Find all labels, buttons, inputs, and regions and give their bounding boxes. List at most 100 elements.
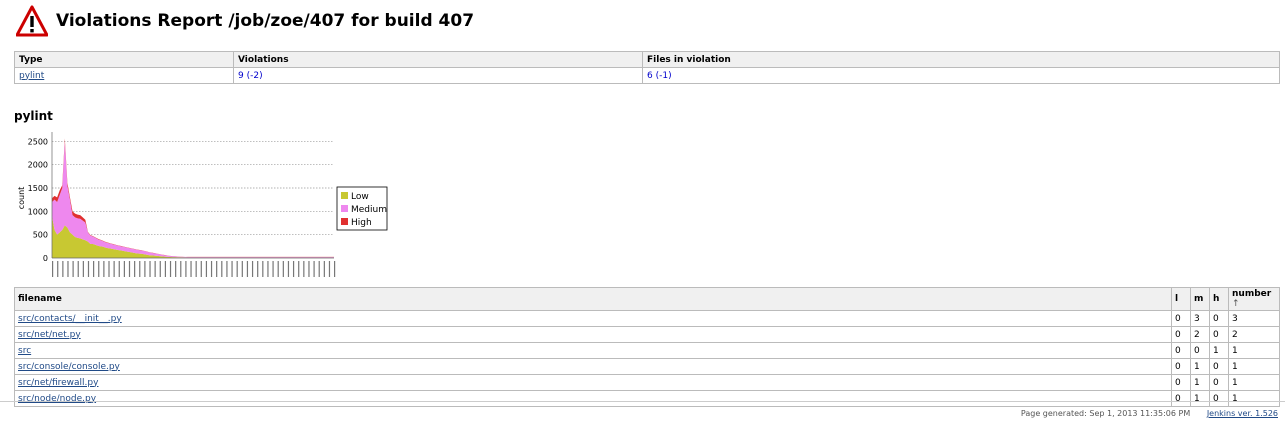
x-tick xyxy=(334,261,336,277)
summary-table: Type Violations Files in violation pylin… xyxy=(14,51,1280,84)
x-tick xyxy=(159,261,161,277)
x-tick xyxy=(190,261,192,277)
x-tick xyxy=(303,261,305,277)
filename-link[interactable]: src/node/node.py xyxy=(18,394,96,404)
cell-m: 1 xyxy=(1190,390,1210,407)
cell-h: 1 xyxy=(1209,342,1229,359)
legend-label-medium: Medium xyxy=(351,205,387,215)
x-tick xyxy=(308,261,310,277)
x-tick xyxy=(128,261,131,277)
files-count-link[interactable]: 6 (-1) xyxy=(647,71,672,81)
pylint-type-link[interactable]: pylint xyxy=(19,71,44,81)
chart-legend: Low Medium High xyxy=(336,186,388,231)
cell-h: 0 xyxy=(1209,390,1229,407)
table-row: src 0 0 1 1 xyxy=(14,342,1280,359)
col-filename-header[interactable]: filename xyxy=(14,287,1172,311)
x-tick xyxy=(287,261,290,277)
sort-ascending-icon: ↑ xyxy=(1232,299,1240,309)
summary-row: pylint 9 (-2) 6 (-1) xyxy=(14,67,1280,84)
x-tick xyxy=(257,261,259,277)
x-tick xyxy=(210,261,213,277)
y-axis-label: count xyxy=(17,187,26,210)
y-tick-label: 1500 xyxy=(28,184,48,193)
legend-swatch-medium xyxy=(341,205,348,212)
legend-label-low: Low xyxy=(351,192,369,202)
page-footer: Page generated: Sep 1, 2013 11:35:06 PM … xyxy=(1021,409,1278,418)
x-tick xyxy=(241,261,243,277)
table-row: src/contacts/__init__.py 0 3 0 3 xyxy=(14,310,1280,327)
cell-number: 1 xyxy=(1228,342,1280,359)
x-tick xyxy=(123,261,125,277)
x-tick xyxy=(82,261,84,277)
files-table: filename l m h number ↑ src/contacts/__i… xyxy=(14,287,1280,407)
x-tick xyxy=(226,261,228,277)
x-tick xyxy=(246,261,249,277)
cell-l: 0 xyxy=(1171,390,1191,407)
x-tick xyxy=(195,261,197,277)
cell-l: 0 xyxy=(1171,374,1191,391)
x-tick xyxy=(236,261,238,277)
x-tick xyxy=(282,261,284,277)
cell-h: 0 xyxy=(1209,310,1229,327)
x-tick xyxy=(149,261,151,277)
filename-link[interactable]: src/net/net.py xyxy=(18,330,81,340)
cell-m: 2 xyxy=(1190,326,1210,343)
x-tick xyxy=(144,261,146,277)
pylint-trend-chart[interactable]: 0 500 1000 1500 2000 2500 count Low Medium High xyxy=(14,130,394,280)
col-number-header[interactable]: number ↑ xyxy=(1228,287,1280,311)
cell-l: 0 xyxy=(1171,358,1191,375)
table-row: src/console/console.py 0 1 0 1 xyxy=(14,358,1280,375)
x-tick xyxy=(231,261,233,277)
cell-number: 1 xyxy=(1228,374,1280,391)
page-title: Violations Report /job/zoe/407 for build… xyxy=(56,11,475,31)
cell-number: 2 xyxy=(1228,326,1280,343)
table-row: src/net/net.py 0 2 0 2 xyxy=(14,326,1280,343)
col-l-header[interactable]: l xyxy=(1171,287,1191,311)
x-tick xyxy=(277,261,279,277)
x-tick xyxy=(267,261,269,277)
legend-swatch-low xyxy=(341,192,348,199)
cell-h: 0 xyxy=(1209,358,1229,375)
series-area-medium xyxy=(52,141,334,258)
x-tick xyxy=(185,261,187,277)
x-tick xyxy=(118,261,120,277)
table-row: src/net/firewall.py 0 1 0 1 xyxy=(14,374,1280,391)
col-h-header[interactable]: h xyxy=(1209,287,1229,311)
filename-link[interactable]: src/console/console.py xyxy=(18,362,120,372)
y-tick-label: 2000 xyxy=(28,161,48,170)
x-tick xyxy=(251,261,254,277)
page-header: Violations Report /job/zoe/407 for build… xyxy=(16,4,474,38)
x-tick xyxy=(221,261,223,277)
jenkins-version-link[interactable]: Jenkins ver. 1.526 xyxy=(1207,409,1278,418)
filename-link[interactable]: src/contacts/__init__.py xyxy=(18,314,122,324)
x-tick xyxy=(175,261,177,277)
files-header-row: filename l m h number ↑ xyxy=(14,287,1280,311)
cell-m: 3 xyxy=(1190,310,1210,327)
y-tick-label: 500 xyxy=(33,231,48,240)
x-tick xyxy=(134,261,136,277)
x-tick xyxy=(318,261,320,277)
cell-l: 0 xyxy=(1171,326,1191,343)
col-number-label: number xyxy=(1232,289,1272,299)
col-m-header[interactable]: m xyxy=(1190,287,1210,311)
x-tick xyxy=(93,261,95,277)
y-tick-label: 2500 xyxy=(28,137,48,146)
cell-l: 0 xyxy=(1171,342,1191,359)
cell-m: 0 xyxy=(1190,342,1210,359)
x-tick xyxy=(67,261,69,277)
x-tick xyxy=(139,261,141,277)
cell-number: 1 xyxy=(1228,358,1280,375)
col-files-header: Files in violation xyxy=(642,51,1280,68)
cell-m: 1 xyxy=(1190,358,1210,375)
cell-number: 1 xyxy=(1228,390,1280,407)
legend-swatch-high xyxy=(341,218,348,225)
filename-link[interactable]: src/net/firewall.py xyxy=(18,378,98,388)
x-tick xyxy=(313,261,315,277)
x-tick xyxy=(108,261,110,277)
section-title-pylint: pylint xyxy=(14,109,53,123)
x-tick xyxy=(62,261,64,277)
col-violations-header: Violations xyxy=(233,51,643,68)
filename-link[interactable]: src xyxy=(18,346,31,356)
x-tick xyxy=(205,261,208,277)
violations-count-link[interactable]: 9 (-2) xyxy=(238,71,263,81)
